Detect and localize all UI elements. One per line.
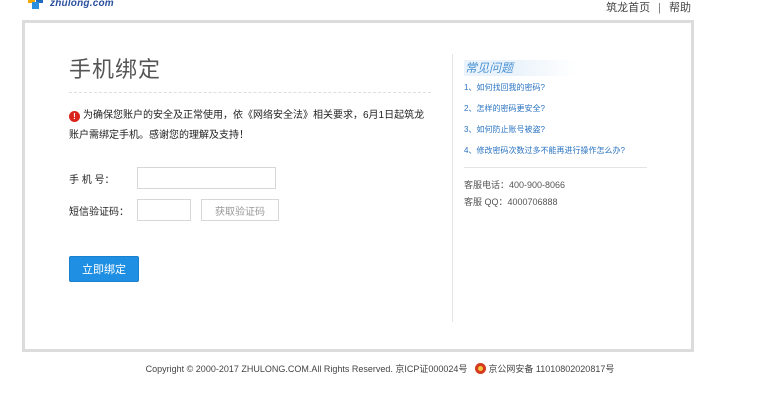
- faq-link-recover-password[interactable]: 1、如何找回我的密码?: [464, 83, 545, 92]
- footer: Copyright © 2000-2017 ZHULONG.COM.All Ri…: [0, 362, 760, 375]
- phone-label: 手 机 号：: [69, 174, 115, 186]
- code-row: 短信验证码： 获取验证码: [69, 198, 431, 222]
- page-title: 手机绑定: [69, 57, 162, 82]
- police-record-text[interactable]: 京公网安备 11010802020817号: [488, 364, 614, 374]
- title-divider: [69, 92, 431, 93]
- code-label: 短信验证码：: [69, 206, 129, 218]
- notice-line-2: 账户需绑定手机。感谢您的理解及支持！: [69, 130, 249, 141]
- faq-item: 4、修改密码次数过多不能再进行操作怎么办?: [464, 146, 654, 156]
- nav-separator: |: [658, 2, 661, 14]
- main-panel: 手机绑定 ! 为确保您账户的安全及正常使用，依《网络安全法》相关要求，6月1日起筑…: [22, 20, 694, 352]
- phone-input[interactable]: [137, 167, 276, 189]
- faq-item: 1、如何找回我的密码?: [464, 83, 654, 93]
- faq-list: 1、如何找回我的密码? 2、怎样的密码更安全? 3、如何防止账号被盗? 4、修改…: [464, 83, 654, 156]
- bind-phone-section: 手机绑定 ! 为确保您账户的安全及正常使用，依《网络安全法》相关要求，6月1日起筑…: [69, 53, 431, 282]
- faq-title: 常见问题: [464, 60, 575, 76]
- customer-service: 客服电话：400-900-8066 客服 QQ：4000706888: [464, 177, 654, 211]
- bind-now-button[interactable]: 立即绑定: [69, 256, 139, 282]
- service-divider: [464, 167, 647, 168]
- service-qq: 客服 QQ：4000706888: [464, 197, 558, 207]
- notice-line-1: 为确保您账户的安全及正常使用，依《网络安全法》相关要求，6月1日起筑龙: [83, 110, 425, 121]
- faq-section: 常见问题 1、如何找回我的密码? 2、怎样的密码更安全? 3、如何防止账号被盗?…: [464, 60, 654, 211]
- get-code-button[interactable]: 获取验证码: [201, 199, 279, 221]
- nav-help-link[interactable]: 帮助: [669, 2, 691, 14]
- warning-icon: !: [69, 111, 80, 122]
- faq-link-secure-password[interactable]: 2、怎样的密码更安全?: [464, 104, 545, 113]
- faq-link-prevent-theft[interactable]: 3、如何防止账号被盗?: [464, 125, 545, 134]
- logo-text: zhulong.com: [50, 0, 114, 9]
- notice-text: ! 为确保您账户的安全及正常使用，依《网络安全法》相关要求，6月1日起筑龙 账户需…: [69, 106, 431, 146]
- top-bar: zhulong.com 筑龙首页 | 帮助: [0, 0, 760, 16]
- zhulong-logo-icon: [28, 0, 46, 10]
- service-phone: 客服电话：400-900-8066: [464, 180, 566, 190]
- faq-link-too-many-changes[interactable]: 4、修改密码次数过多不能再进行操作怎么办?: [464, 146, 625, 155]
- top-nav: 筑龙首页 | 帮助: [606, 0, 691, 15]
- faq-item: 3、如何防止账号被盗?: [464, 125, 654, 135]
- police-badge-icon: [475, 363, 487, 374]
- vertical-divider: [452, 54, 453, 322]
- copyright-text: Copyright © 2000-2017 ZHULONG.COM.All Ri…: [145, 364, 468, 374]
- nav-home-link[interactable]: 筑龙首页: [606, 2, 650, 14]
- faq-item: 2、怎样的密码更安全?: [464, 104, 654, 114]
- site-logo[interactable]: zhulong.com: [28, 0, 114, 12]
- phone-row: 手 机 号：: [69, 166, 431, 190]
- bind-form: 手 机 号： 短信验证码： 获取验证码 立即绑定: [69, 166, 431, 282]
- sms-code-input[interactable]: [137, 199, 191, 221]
